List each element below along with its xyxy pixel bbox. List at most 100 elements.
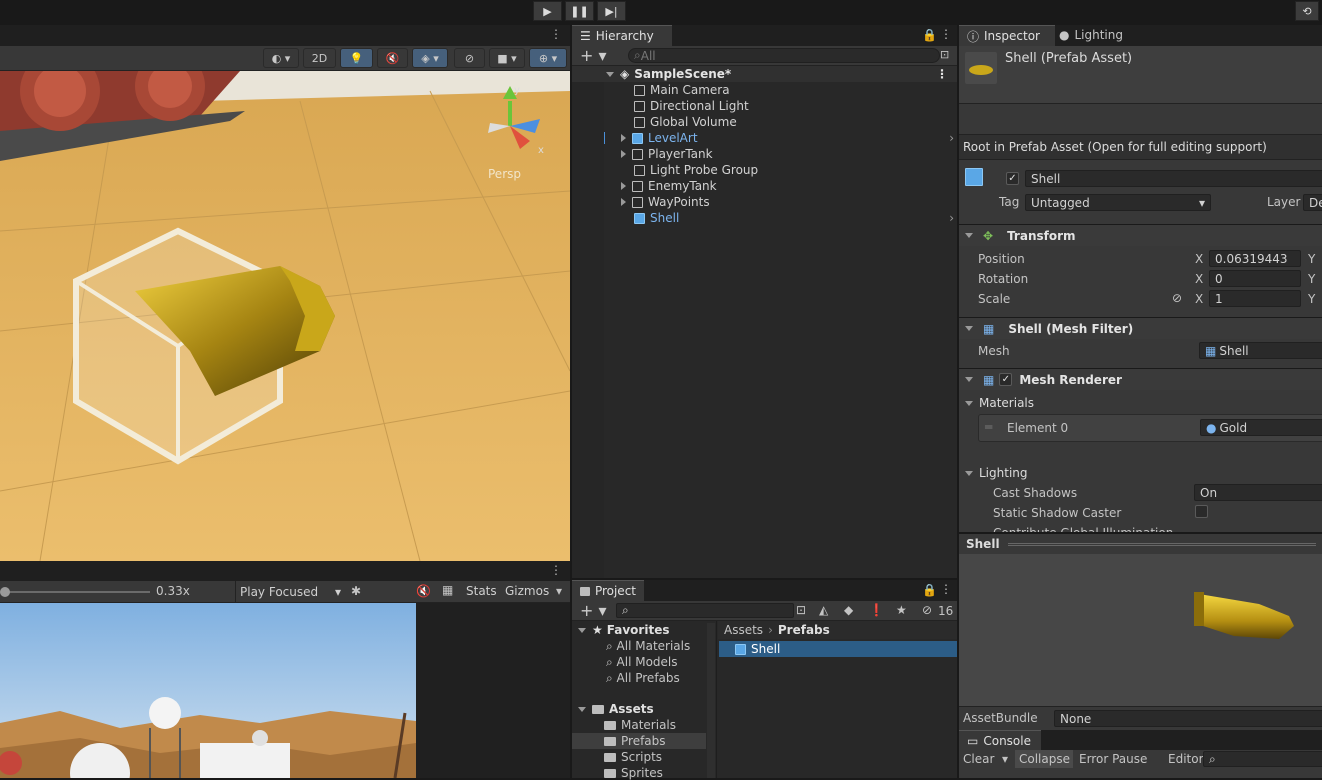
more-menu-icon[interactable]: ⋮ xyxy=(550,27,562,41)
expand-arrow-icon[interactable] xyxy=(578,627,586,633)
folder-scripts[interactable]: Scripts xyxy=(604,750,662,764)
hierarchy-item-levelart[interactable]: LevelArt › xyxy=(572,130,958,146)
hierarchy-item-playertank[interactable]: PlayerTank xyxy=(572,146,958,162)
chevron-down-icon[interactable]: ▾ xyxy=(1002,752,1008,766)
favorite-all-prefabs[interactable]: ⌕ All Prefabs xyxy=(606,671,680,686)
mute-audio-icon[interactable]: 🔇 xyxy=(416,584,431,598)
bug-icon[interactable]: ✱ xyxy=(351,584,361,598)
tab-inspector[interactable]: ⓘ Inspector xyxy=(959,25,1055,46)
preview-resize-handle[interactable] xyxy=(1007,542,1316,546)
lighting-foldout[interactable]: Lighting xyxy=(965,466,1028,480)
breadcrumb-current[interactable]: Prefabs xyxy=(778,623,830,637)
foldout-arrow-icon[interactable] xyxy=(965,326,973,331)
audio-toggle-icon[interactable]: 🔇 xyxy=(377,48,408,68)
folder-materials[interactable]: Materials xyxy=(604,718,676,732)
material-object-field[interactable]: ● Gold xyxy=(1200,419,1322,436)
hierarchy-item-shell[interactable]: Shell › xyxy=(572,210,958,226)
more-menu-icon[interactable]: ⋮ xyxy=(940,582,952,596)
scene-viewport[interactable]: y x Persp xyxy=(0,71,570,561)
pause-button[interactable]: ❚❚ xyxy=(565,1,594,21)
asset-item-shell[interactable]: Shell xyxy=(719,641,957,657)
hierarchy-item-light-probe-group[interactable]: Light Probe Group xyxy=(572,162,958,178)
project-search-input[interactable]: ⌕ xyxy=(616,603,794,618)
favorite-all-materials[interactable]: ⌕ All Materials xyxy=(606,639,690,654)
divider[interactable] xyxy=(957,25,959,778)
search-mode-icon[interactable]: ⊡ xyxy=(940,48,949,61)
zoom-slider[interactable] xyxy=(4,591,150,593)
divider[interactable] xyxy=(572,578,958,580)
mesh-renderer-header[interactable]: ▦ ✓ Mesh Renderer xyxy=(959,368,1322,390)
foldout-arrow-icon[interactable] xyxy=(965,400,973,406)
chevron-down-icon[interactable]: ▾ xyxy=(556,584,562,598)
foldout-arrow-icon[interactable] xyxy=(965,377,973,382)
more-menu-icon[interactable]: ⋮ xyxy=(936,67,948,81)
gizmos-button[interactable]: Gizmos xyxy=(505,584,549,598)
filter-label-icon[interactable]: ◆ xyxy=(844,603,853,617)
lighting-toggle-icon[interactable]: 💡 xyxy=(340,48,373,68)
error-pause-toggle[interactable]: Error Pause xyxy=(1079,752,1147,766)
cast-shadows-dropdown[interactable]: On xyxy=(1194,484,1322,501)
rotation-x-field[interactable]: 0 xyxy=(1209,270,1301,287)
assets-row[interactable]: Assets xyxy=(578,702,654,716)
collapse-toggle[interactable]: Collapse xyxy=(1015,750,1073,768)
expand-arrow-icon[interactable] xyxy=(621,150,626,158)
foldout-arrow-icon[interactable] xyxy=(965,470,973,476)
warning-icon[interactable]: ❗ xyxy=(869,603,884,617)
breadcrumb-root[interactable]: Assets xyxy=(724,623,763,637)
more-menu-icon[interactable]: ⋮ xyxy=(550,563,562,577)
history-icon[interactable]: ⟲ xyxy=(1295,1,1319,21)
filter-type-icon[interactable]: ◭ xyxy=(819,603,828,617)
preview-header[interactable]: Shell xyxy=(959,534,1322,554)
expand-arrow-icon[interactable] xyxy=(621,134,626,142)
assetbundle-dropdown[interactable]: None xyxy=(1054,710,1322,727)
layer-dropdown[interactable]: De xyxy=(1303,194,1322,211)
expand-arrow-icon[interactable] xyxy=(621,182,626,190)
hierarchy-item-global-volume[interactable]: Global Volume xyxy=(572,114,958,130)
clear-button[interactable]: Clear xyxy=(963,752,994,766)
foldout-arrow-icon[interactable] xyxy=(965,233,973,238)
active-checkbox[interactable]: ✓ xyxy=(1006,172,1019,185)
expand-arrow-icon[interactable] xyxy=(621,198,626,206)
perspective-label[interactable]: Persp xyxy=(488,167,521,181)
stats-button[interactable]: Stats xyxy=(466,584,497,598)
divider[interactable] xyxy=(570,25,572,778)
hierarchy-search-input[interactable]: ⌕ All xyxy=(628,48,940,63)
zoom-slider-handle[interactable] xyxy=(0,587,10,597)
expand-arrow-icon[interactable] xyxy=(606,71,614,77)
drag-handle-icon[interactable]: ═ xyxy=(985,420,992,434)
more-menu-icon[interactable]: ⋮ xyxy=(940,27,952,41)
mesh-renderer-enabled-checkbox[interactable]: ✓ xyxy=(999,373,1013,386)
game-viewport[interactable] xyxy=(0,603,416,778)
hierarchy-item-waypoints[interactable]: WayPoints xyxy=(572,194,958,210)
lock-icon[interactable]: 🔒 xyxy=(922,28,937,42)
transform-header[interactable]: ✥ Transform xyxy=(959,224,1322,246)
constrain-proportions-icon[interactable]: ⊘ xyxy=(1172,291,1182,305)
play-mode-dropdown[interactable]: Play Focused ▾ xyxy=(235,581,345,603)
favorites-row[interactable]: ★ Favorites xyxy=(578,623,669,637)
tab-project[interactable]: Project xyxy=(572,580,644,601)
favorite-all-models[interactable]: ⌕ All Models xyxy=(606,655,678,670)
scene-row[interactable]: ◈ SampleScene* ⋮ xyxy=(572,66,958,82)
toggle-2d-button[interactable]: 2D xyxy=(303,48,336,68)
grid-icon[interactable]: ▦ xyxy=(442,583,453,597)
expand-arrow-icon[interactable] xyxy=(578,706,586,712)
hidden-packages-icon[interactable]: ⊘ xyxy=(922,603,932,617)
console-search-input[interactable]: ⌕ xyxy=(1203,751,1322,767)
tab-console[interactable]: ▭ Console xyxy=(959,730,1041,750)
tag-dropdown[interactable]: Untagged ▾ xyxy=(1025,194,1211,211)
create-button[interactable]: + ▾ xyxy=(580,46,607,65)
tab-lighting[interactable]: ● Lighting xyxy=(1059,28,1123,42)
scale-x-field[interactable]: 1 xyxy=(1209,290,1301,307)
gizmos-dropdown[interactable]: ⊕ ▾ xyxy=(529,48,567,68)
step-button[interactable]: ▶| xyxy=(597,1,626,21)
mesh-object-field[interactable]: ▦ Shell xyxy=(1199,342,1322,359)
camera-dropdown[interactable]: ■ ▾ xyxy=(489,48,525,68)
mesh-filter-header[interactable]: ▦ Shell (Mesh Filter) xyxy=(959,317,1322,339)
lock-icon[interactable]: 🔒 xyxy=(922,583,937,597)
tab-hierarchy[interactable]: ☰ Hierarchy xyxy=(572,25,672,46)
hierarchy-item-directional-light[interactable]: Directional Light xyxy=(572,98,958,114)
favorite-star-icon[interactable]: ★ xyxy=(896,603,907,617)
hierarchy-item-main-camera[interactable]: Main Camera xyxy=(572,82,958,98)
hidden-objects-icon[interactable]: ⊘ xyxy=(454,48,485,68)
tree-scrollbar[interactable] xyxy=(707,623,715,778)
